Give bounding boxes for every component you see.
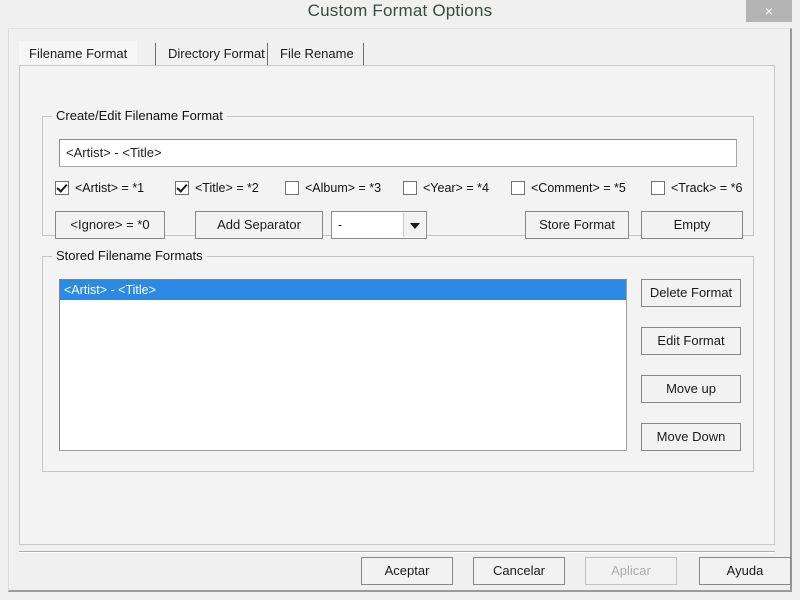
footer-divider	[19, 551, 775, 553]
checkbox-album-box[interactable]	[285, 181, 299, 195]
checkbox-track-label: <Track> = *6	[671, 181, 743, 195]
tab-filename-format-label: Filename Format	[29, 46, 128, 61]
edit-format-button[interactable]: Edit Format	[641, 327, 741, 355]
cancel-button[interactable]: Cancelar	[473, 557, 565, 585]
stored-formats-group-legend: Stored Filename Formats	[52, 248, 207, 263]
dialog-client-area: Filename Format Directory Format File Re…	[8, 28, 792, 592]
help-button[interactable]: Ayuda	[699, 557, 791, 585]
format-input[interactable]: <Artist> - <Title>	[59, 139, 737, 167]
separator-dropdown-value: -	[338, 218, 343, 232]
checkbox-year-label: <Year> = *4	[423, 181, 489, 195]
tab-separator-3	[363, 43, 364, 65]
tab-separator-1	[155, 43, 156, 65]
tab-filename-format[interactable]: Filename Format	[19, 41, 138, 66]
checkbox-comment-label: <Comment> = *5	[531, 181, 626, 195]
tab-directory-format-label: Directory Format	[168, 46, 265, 61]
tab-strip: Filename Format Directory Format File Re…	[19, 41, 775, 67]
stored-filename-formats-group: Stored Filename Formats <Artist> - <Titl…	[42, 248, 754, 472]
move-down-button[interactable]: Move Down	[641, 423, 741, 451]
delete-format-button[interactable]: Delete Format	[641, 279, 741, 307]
checkbox-track-box[interactable]	[651, 181, 665, 195]
checkbox-album-label: <Album> = *3	[305, 181, 382, 195]
add-separator-button[interactable]: Add Separator	[195, 211, 323, 239]
apply-button: Aplicar	[585, 557, 677, 585]
chevron-down-icon[interactable]	[403, 213, 425, 237]
empty-button[interactable]: Empty	[641, 211, 743, 239]
tab-separator-2	[267, 43, 268, 65]
title-bar: Custom Format Options ×	[0, 0, 800, 28]
checkbox-title-label: <Title> = *2	[195, 181, 259, 195]
checkbox-comment-box[interactable]	[511, 181, 525, 195]
checkbox-artist-box[interactable]	[55, 181, 69, 195]
tab-directory-format[interactable]: Directory Format	[158, 41, 275, 66]
checkbox-title-box[interactable]	[175, 181, 189, 195]
checkbox-year-box[interactable]	[403, 181, 417, 195]
tab-page-filename-format: Create/Edit Filename Format <Artist> - <…	[19, 65, 775, 545]
store-format-button[interactable]: Store Format	[525, 211, 629, 239]
custom-format-options-dialog: Custom Format Options × Filename Format …	[0, 0, 800, 600]
accept-button[interactable]: Aceptar	[361, 557, 453, 585]
stored-formats-list[interactable]: <Artist> - <Title>	[59, 279, 627, 451]
list-item[interactable]: <Artist> - <Title>	[60, 280, 626, 300]
close-icon: ×	[764, 3, 774, 19]
close-button[interactable]: ×	[746, 0, 792, 22]
format-variable-checkbox-row: <Artist> = *1 <Title> = *2 <Album> = *3 …	[55, 179, 745, 201]
checkbox-artist-label: <Artist> = *1	[75, 181, 145, 195]
footer-button-bar: Aceptar Cancelar Aplicar Ayuda	[9, 557, 791, 591]
tab-file-rename[interactable]: File Rename	[270, 41, 364, 66]
create-edit-filename-format-group: Create/Edit Filename Format <Artist> - <…	[42, 108, 754, 239]
window-title: Custom Format Options	[307, 1, 493, 20]
tab-file-rename-label: File Rename	[280, 46, 354, 61]
ignore-button[interactable]: <Ignore> = *0	[55, 211, 165, 239]
move-up-button[interactable]: Move up	[641, 375, 741, 403]
separator-dropdown[interactable]: -	[331, 211, 427, 239]
create-edit-group-legend: Create/Edit Filename Format	[52, 108, 227, 123]
